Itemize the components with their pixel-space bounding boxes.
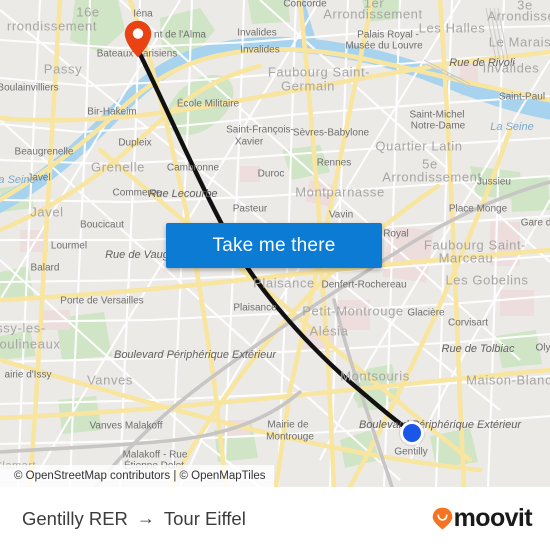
route-origin: Gentilly RER — [22, 507, 128, 529]
moovit-route-card: 16e rrondissement Iéna Concorde 1er Arrondiss… — [0, 0, 550, 550]
destination-dot-icon — [400, 421, 424, 445]
moovit-wordmark: moovit — [453, 504, 533, 532]
card-footer: Gentilly RER → Tour Eiffel moovit — [0, 487, 550, 550]
route-destination: Tour Eiffel — [163, 507, 246, 529]
moovit-pin-icon — [432, 507, 452, 530]
arrow-right-icon: → — [136, 508, 155, 528]
map-attribution[interactable]: © OpenStreetMap contributors | © OpenMap… — [0, 465, 274, 487]
moovit-logo[interactable]: moovit — [432, 504, 533, 532]
map-canvas[interactable]: 16e rrondissement Iéna Concorde 1er Arrondiss… — [0, 0, 550, 487]
take-me-there-button[interactable]: Take me there — [166, 223, 382, 268]
route-summary: Gentilly RER → Tour Eiffel — [22, 508, 246, 530]
